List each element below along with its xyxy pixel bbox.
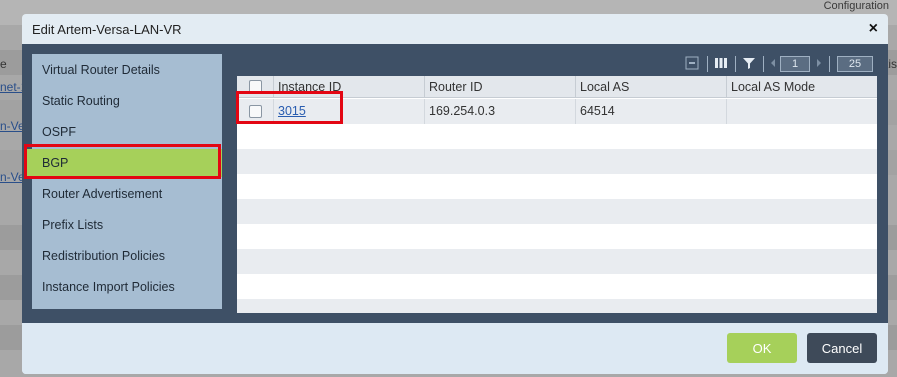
bg-link-fragment: n-Ve xyxy=(0,170,25,184)
table-row[interactable]: 3015 169.254.0.3 64514 xyxy=(237,99,877,124)
column-header-local-as[interactable]: Local AS xyxy=(575,76,726,98)
sidebar-item-bgp[interactable]: BGP xyxy=(26,149,222,177)
row-checkbox[interactable] xyxy=(249,105,262,118)
empty-row xyxy=(237,149,877,174)
bgp-instances-table: Instance ID Router ID Local AS Local AS … xyxy=(237,76,877,313)
dialog-footer: OK Cancel xyxy=(22,323,888,374)
page-number-input[interactable]: 1 xyxy=(780,56,810,72)
empty-row xyxy=(237,124,877,149)
toolbar-divider xyxy=(707,56,708,72)
filter-icon[interactable] xyxy=(742,56,756,74)
sidebar-menu: Virtual Router Details Static Routing OS… xyxy=(26,54,222,309)
toolbar-divider xyxy=(735,56,736,72)
sidebar-item-redistribution-policies[interactable]: Redistribution Policies xyxy=(32,242,222,270)
close-icon[interactable]: × xyxy=(869,20,878,38)
select-all-checkbox[interactable] xyxy=(249,80,262,93)
empty-row xyxy=(237,249,877,274)
toolbar-divider xyxy=(829,56,830,72)
bg-link-fragment: n-Ve xyxy=(0,119,25,133)
sidebar-item-static-routing[interactable]: Static Routing xyxy=(32,87,222,115)
sidebar-item-router-advertisement[interactable]: Router Advertisement xyxy=(32,180,222,208)
next-page-icon[interactable] xyxy=(814,56,824,74)
columns-icon[interactable] xyxy=(714,56,728,74)
sidebar-item-ospf[interactable]: OSPF xyxy=(32,118,222,146)
empty-row xyxy=(237,299,877,313)
bgp-grid-panel: 1 25 Instance ID Router ID Local AS Loca… xyxy=(237,54,877,313)
empty-row xyxy=(237,274,877,299)
grid-toolbar: 1 25 xyxy=(617,54,877,76)
prev-page-icon[interactable] xyxy=(768,56,778,74)
column-header-router-id[interactable]: Router ID xyxy=(424,76,575,98)
table-header: Instance ID Router ID Local AS Local AS … xyxy=(237,76,877,98)
cell-local-as: 64514 xyxy=(575,99,726,124)
bg-fragment: e xyxy=(0,57,7,71)
cell-local-as-mode xyxy=(726,99,877,124)
dialog-title: Edit Artem-Versa-LAN-VR xyxy=(32,22,182,37)
bg-configuration-label: Configuration xyxy=(823,0,889,12)
sidebar-item-instance-import-policies[interactable]: Instance Import Policies xyxy=(32,273,222,301)
empty-row xyxy=(237,224,877,249)
cell-router-id: 169.254.0.3 xyxy=(424,99,575,124)
remove-icon[interactable] xyxy=(685,56,699,74)
instance-id-link[interactable]: 3015 xyxy=(278,104,306,118)
column-header-instance-id[interactable]: Instance ID xyxy=(273,76,424,98)
cell-instance-id: 3015 xyxy=(273,99,424,124)
sidebar-item-virtual-router-details[interactable]: Virtual Router Details xyxy=(32,56,222,84)
edit-dialog: Edit Artem-Versa-LAN-VR × Virtual Router… xyxy=(22,14,888,374)
cancel-button[interactable]: Cancel xyxy=(807,333,877,363)
dialog-body: Virtual Router Details Static Routing OS… xyxy=(22,44,888,323)
sidebar-item-prefix-lists[interactable]: Prefix Lists xyxy=(32,211,222,239)
column-header-local-as-mode[interactable]: Local AS Mode xyxy=(726,76,877,98)
toolbar-divider xyxy=(763,56,764,72)
empty-row xyxy=(237,174,877,199)
ok-button[interactable]: OK xyxy=(727,333,797,363)
page-size-select[interactable]: 25 xyxy=(837,56,873,72)
empty-row xyxy=(237,199,877,224)
